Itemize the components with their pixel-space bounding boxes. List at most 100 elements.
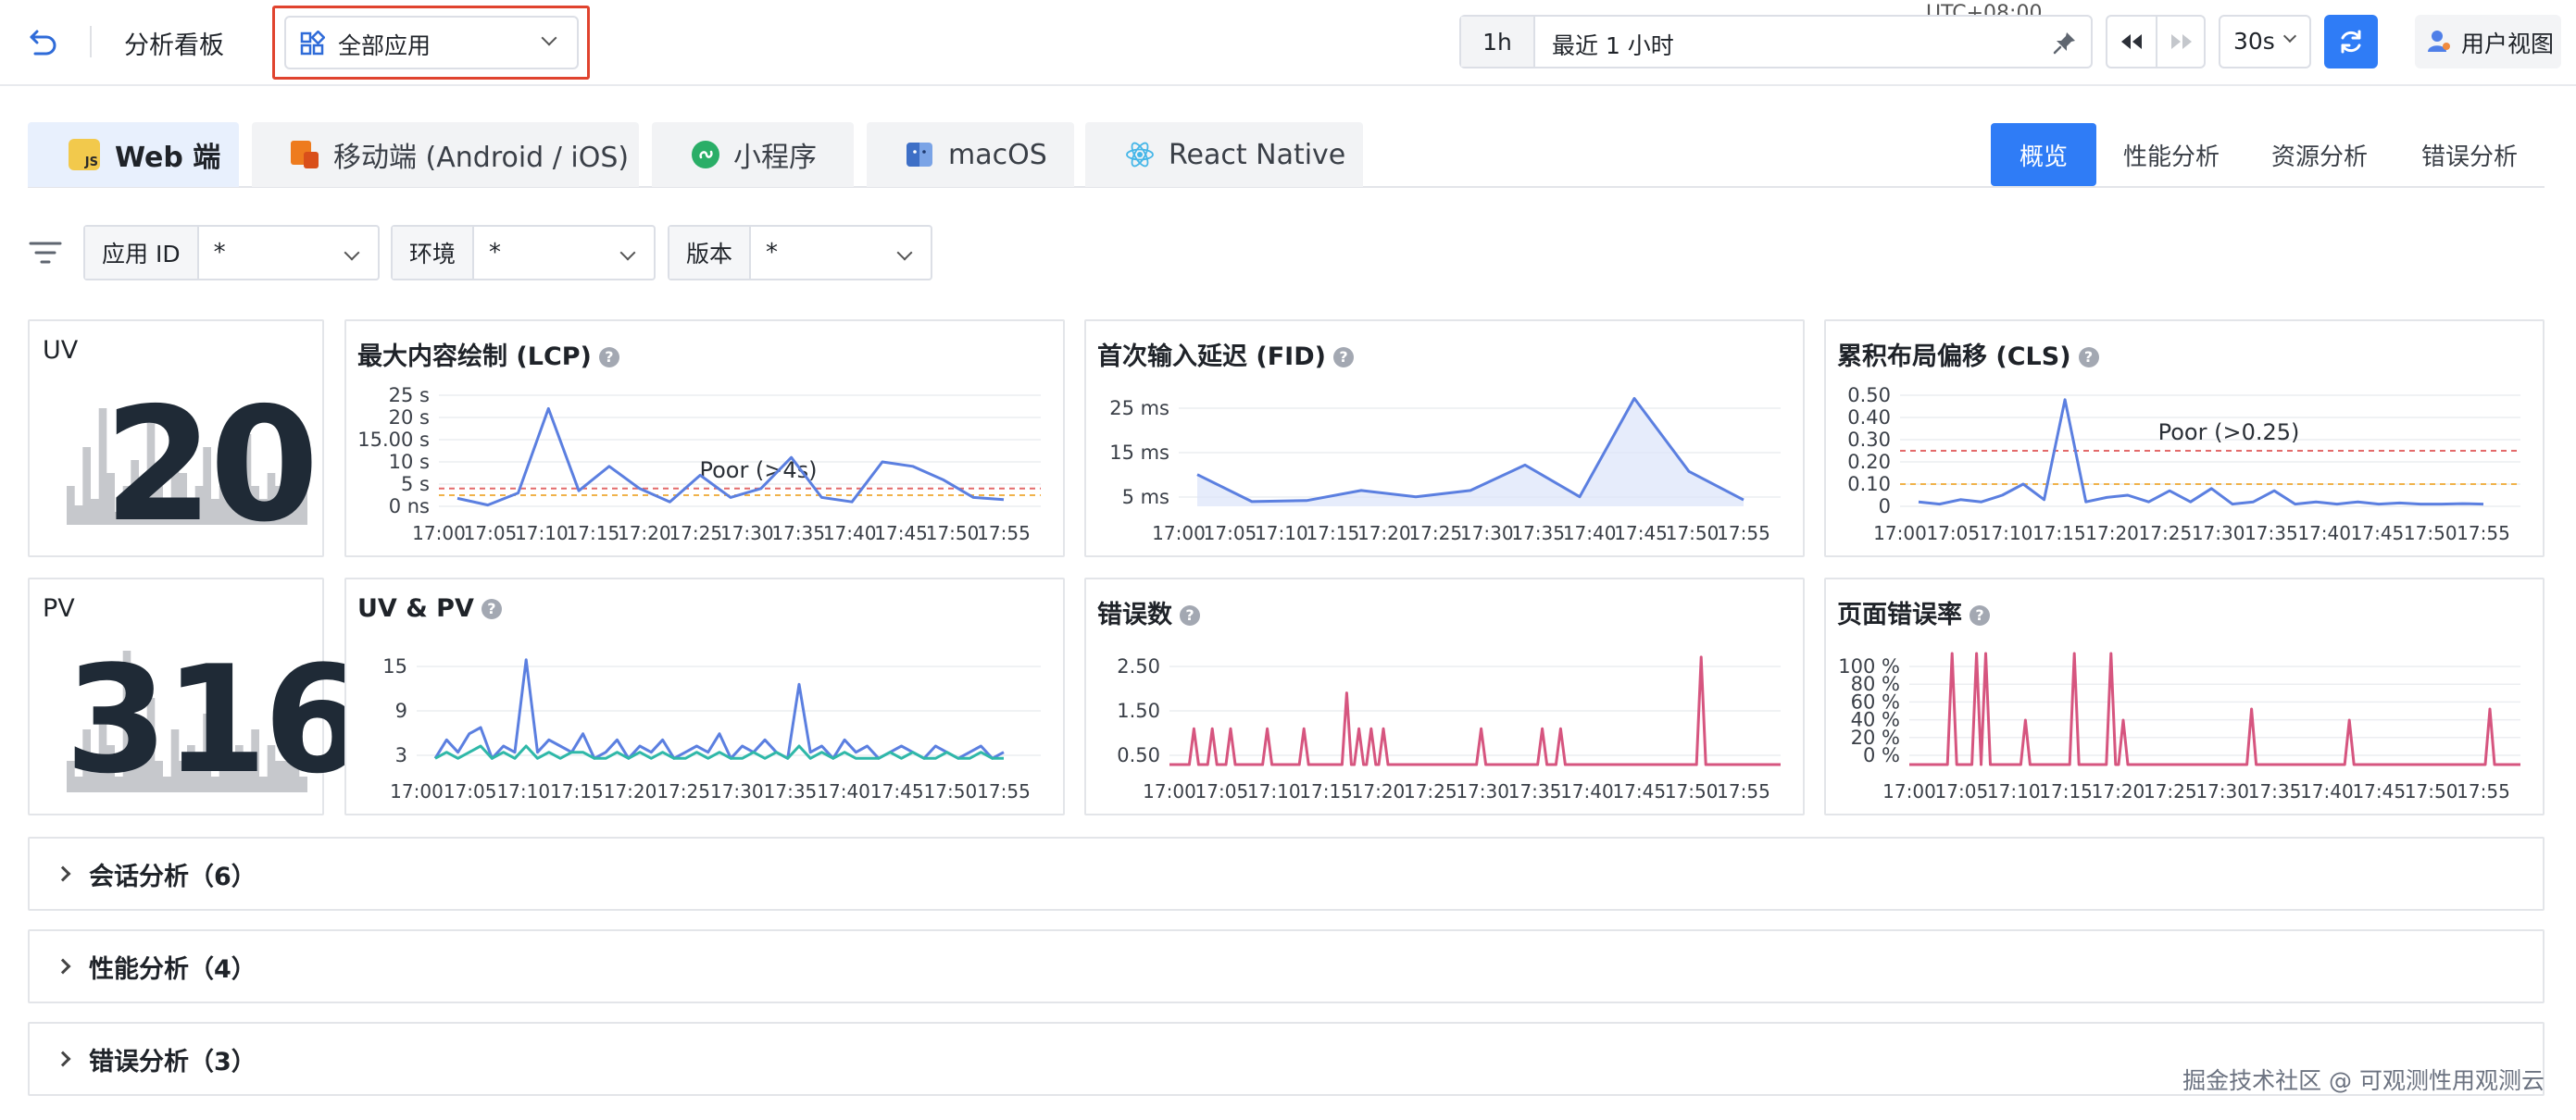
section-label: 会话分析（6） xyxy=(89,862,256,891)
app-selector[interactable]: 全部应用 xyxy=(284,16,579,69)
error-rate-panel: 页面错误率? 100 % 80 % 60 % 40 % 20 % 0 % 17:00 17:0… xyxy=(1824,578,2545,815)
x-tick-label: 17:00 xyxy=(1152,522,1206,544)
tab-label: Web 端 xyxy=(115,142,221,174)
tab-web[interactable]: JS Web 端 xyxy=(28,122,239,187)
filter-version[interactable]: 版本 * xyxy=(668,225,932,280)
tab-label: React Native xyxy=(1169,138,1346,171)
refresh-interval-select[interactable]: 30s xyxy=(2219,15,2311,68)
x-tick-label: 17:30 xyxy=(1460,522,1514,544)
x-tick-label: 17:15 xyxy=(2032,522,2086,544)
x-tick-label: 17:55 xyxy=(2457,522,2510,544)
js-icon: JS xyxy=(69,139,100,170)
x-tick-label: 17:30 xyxy=(710,780,764,803)
view-tab-performance[interactable]: 性能分析 xyxy=(2111,123,2232,186)
view-tab-errors[interactable]: 错误分析 xyxy=(2409,123,2530,186)
view-tab-overview[interactable]: 概览 xyxy=(1991,123,2096,186)
refresh-button[interactable] xyxy=(2324,15,2378,68)
uvpv-chart: 159317:00 17:05 17:10 17:15 17:20 17:25 17:30 1… xyxy=(382,655,1041,803)
chevron-down-icon xyxy=(619,244,636,261)
x-tick-label: 17:05 xyxy=(444,780,497,803)
divider xyxy=(90,26,92,57)
time-range-picker[interactable]: 1h 最近 1 小时 xyxy=(1459,15,2093,68)
x-tick-label: 17:10 xyxy=(1980,522,2033,544)
x-tick-label: 17:25 xyxy=(2144,780,2197,803)
x-tick-label: 17:20 xyxy=(1352,780,1406,803)
x-tick-label: 17:15 xyxy=(1307,522,1360,544)
series-line xyxy=(1918,398,2484,506)
filter-icon[interactable] xyxy=(28,239,63,267)
pv-label: PV xyxy=(43,594,75,623)
x-tick-label: 17:35 xyxy=(1511,522,1565,544)
y-tick-label: 0 % xyxy=(1863,744,1900,766)
x-tick-label: 17:20 xyxy=(2092,780,2145,803)
x-tick-label: 17:00 xyxy=(412,522,466,544)
page-title: 分析看板 xyxy=(124,31,224,60)
chevron-down-icon xyxy=(2282,29,2297,44)
section-label: 错误分析（3） xyxy=(89,1047,256,1076)
tab-mobile[interactable]: 移动端 (Android / iOS) xyxy=(252,122,639,187)
pin-icon[interactable] xyxy=(2052,30,2078,56)
tab-macos[interactable]: macOS xyxy=(867,122,1074,187)
y-tick-label: 3 xyxy=(395,744,407,766)
pv-value: 316 xyxy=(65,633,367,806)
tab-label: 移动端 (Android / iOS) xyxy=(333,142,630,174)
cls-chart: 0.500.400.300.200.100 17:00 17:05 17:10 17:1… xyxy=(1847,384,2520,544)
x-tick-label: 17:15 xyxy=(550,780,604,803)
y-tick-label: 0.10 xyxy=(1847,473,1891,495)
x-tick-label: 17:30 xyxy=(720,522,774,544)
app-selector-label: 全部应用 xyxy=(338,32,431,59)
tab-miniprogram[interactable]: 小程序 xyxy=(652,122,854,187)
x-tick-label: 17:55 xyxy=(1717,522,1770,544)
x-tick-label: 17:20 xyxy=(2085,522,2139,544)
chevron-down-icon xyxy=(541,30,557,46)
tab-react-native[interactable]: React Native xyxy=(1085,122,1363,187)
lcp-panel: 最大内容绘制 (LCP)? 25 s 20 s 15.00 s 10 s5 s0 ns… xyxy=(344,319,1065,557)
filter-label: 环境 xyxy=(393,227,475,279)
x-tick-label: 17:20 xyxy=(618,522,671,544)
x-tick-label: 17:00 xyxy=(1143,780,1196,803)
x-tick-label: 17:55 xyxy=(2457,780,2510,803)
y-tick-label: 15 xyxy=(382,655,407,678)
x-tick-label: 17:50 xyxy=(926,522,980,544)
watermark: 掘金技术社区 @ 可观测性用观测云 xyxy=(2182,1067,2545,1094)
x-tick-label: 17:30 xyxy=(2192,522,2245,544)
x-tick-label: 17:50 xyxy=(2405,780,2458,803)
x-tick-label: 17:30 xyxy=(1456,780,1509,803)
section-performance-analysis[interactable]: 性能分析（4） xyxy=(28,929,2545,1003)
x-tick-label: 17:20 xyxy=(604,780,657,803)
series-line xyxy=(433,658,1005,760)
filter-app-id[interactable]: 应用 ID * xyxy=(83,225,380,280)
back-icon[interactable] xyxy=(28,26,61,59)
rewind-icon[interactable] xyxy=(2119,31,2145,53)
section-session-analysis[interactable]: 会话分析（6） xyxy=(28,837,2545,911)
macos-icon xyxy=(907,143,932,167)
filter-environment[interactable]: 环境 * xyxy=(391,225,656,280)
fast-forward-icon[interactable] xyxy=(2169,31,2195,53)
x-tick-label: 17:50 xyxy=(2404,522,2457,544)
y-tick-label: 5 ms xyxy=(1122,486,1169,508)
y-tick-label: 2.50 xyxy=(1117,655,1160,678)
x-tick-label: 17:10 xyxy=(1247,780,1301,803)
x-tick-label: 17:55 xyxy=(977,522,1031,544)
y-tick-label: 1.50 xyxy=(1117,700,1160,722)
divider xyxy=(2156,17,2157,67)
x-tick-label: 17:25 xyxy=(2139,522,2193,544)
x-tick-label: 17:40 xyxy=(823,522,877,544)
x-tick-label: 17:25 xyxy=(1404,780,1457,803)
view-tab-resources[interactable]: 资源分析 xyxy=(2259,123,2380,186)
miniprogram-icon xyxy=(692,141,719,168)
time-range-label[interactable]: 最近 1 小时 xyxy=(1552,28,1674,61)
y-tick-label: 0.40 xyxy=(1847,406,1891,429)
uvpv-panel: UV & PV? 15 9 3 17:00 17:05 17:10 17:15 17:20 17… xyxy=(344,578,1065,815)
section-error-analysis[interactable]: 错误分析（3） xyxy=(28,1022,2545,1096)
filter-value: * xyxy=(766,239,779,267)
lcp-chart: 25 s20 s15.00 s10 s5 s0 ns17:0017:0517:1… xyxy=(357,384,1041,544)
x-tick-label: 17:50 xyxy=(1665,780,1719,803)
x-tick-label: 17:05 xyxy=(1195,780,1249,803)
tab-label: 小程序 xyxy=(733,142,817,174)
time-range-short[interactable]: 1h xyxy=(1461,17,1535,67)
user-view-button[interactable]: 用户视图 xyxy=(2415,15,2561,68)
x-tick-label: 17:45 xyxy=(2351,522,2405,544)
x-tick-label: 17:00 xyxy=(1873,522,1927,544)
errors-chart: 2.501.500.5017:0017:0517:1017:1517:2017:… xyxy=(1117,655,1781,803)
